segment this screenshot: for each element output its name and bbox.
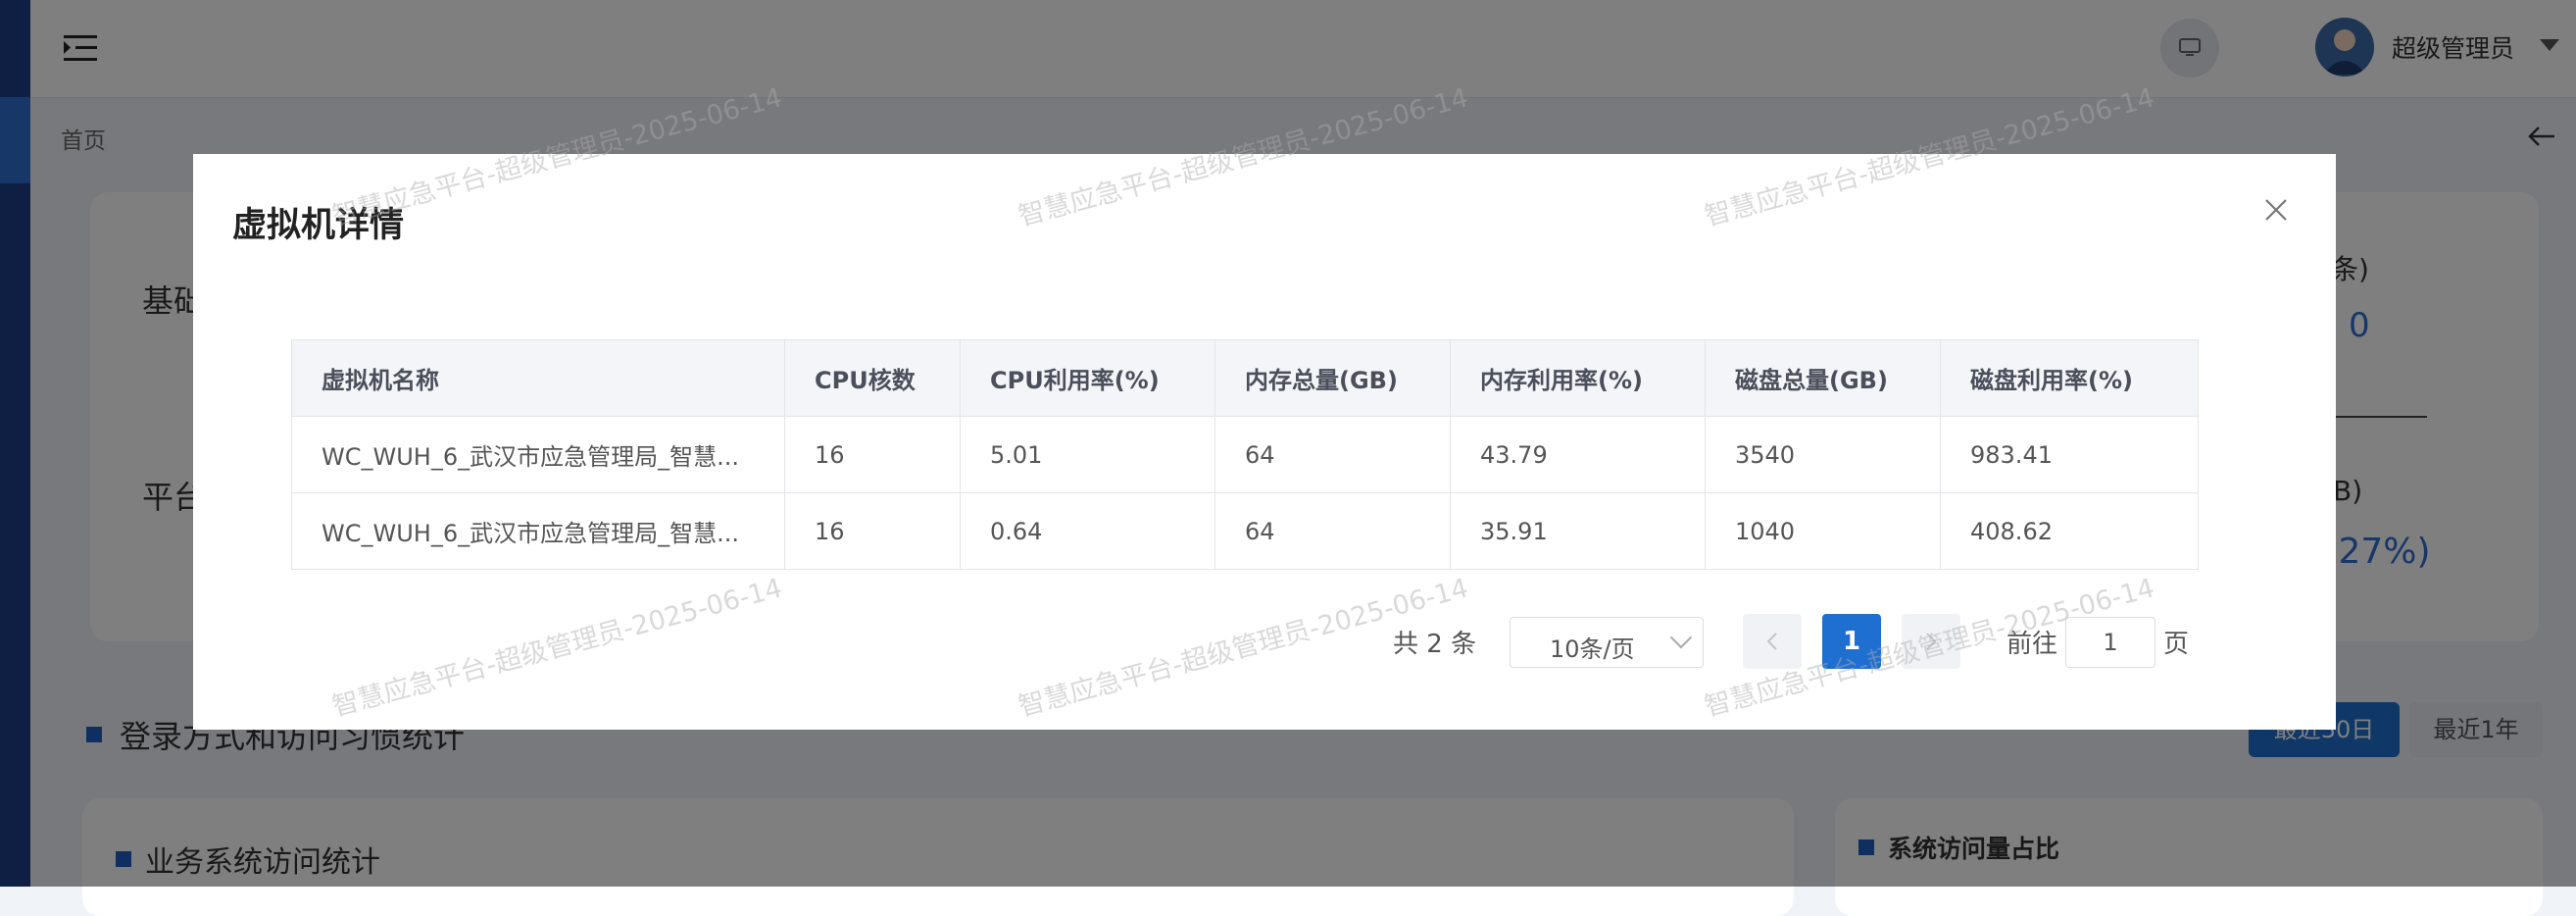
vm-name-cell: WC_WUH_6_武汉市应急管理局_智慧... xyxy=(291,492,785,570)
table-cell: 16 xyxy=(784,492,961,570)
table-cell: 16 xyxy=(784,416,961,493)
column-header: 磁盘利用率(%) xyxy=(1940,339,2199,417)
column-header: 内存利用率(%) xyxy=(1450,339,1706,417)
goto-page-input[interactable] xyxy=(2065,617,2155,668)
table-header-row: 虚拟机名称 CPU核数 CPU利用率(%) 内存总量(GB) 内存利用率(%) … xyxy=(291,339,2199,417)
page-size-select[interactable]: 10条/页 xyxy=(1510,617,1704,668)
table-cell: 1040 xyxy=(1705,492,1941,570)
table-cell: 983.41 xyxy=(1940,416,2199,493)
chevron-left-icon xyxy=(1766,633,1777,650)
page-number-button[interactable]: 1 xyxy=(1822,614,1881,669)
chevron-right-icon xyxy=(1926,633,1937,650)
column-header: CPU利用率(%) xyxy=(960,339,1215,417)
table-cell: 0.64 xyxy=(960,492,1215,570)
prev-page-button[interactable] xyxy=(1743,614,1802,669)
pager-total: 共 2 条 xyxy=(1393,630,1477,659)
close-icon[interactable] xyxy=(2261,195,2291,225)
table-row: WC_WUH_6_武汉市应急管理局_智慧... 16 0.64 64 35.91… xyxy=(291,492,2199,570)
column-header: 磁盘总量(GB) xyxy=(1705,339,1941,417)
chevron-down-icon xyxy=(1669,626,1693,649)
page-size-value: 10条/页 xyxy=(1550,636,1635,663)
dialog-title: 虚拟机详情 xyxy=(232,206,405,245)
vm-detail-dialog: 虚拟机详情 虚拟机名称 CPU核数 CPU利用率(%) 内存总量(GB) 内存利… xyxy=(193,154,2336,730)
vm-table: 虚拟机名称 CPU核数 CPU利用率(%) 内存总量(GB) 内存利用率(%) … xyxy=(291,339,2199,570)
vm-name-cell: WC_WUH_6_武汉市应急管理局_智慧... xyxy=(291,416,785,493)
column-header: 虚拟机名称 xyxy=(291,339,785,417)
table-cell: 3540 xyxy=(1705,416,1941,493)
column-header: 内存总量(GB) xyxy=(1214,339,1451,417)
next-page-button[interactable] xyxy=(1902,614,1960,669)
column-header: CPU核数 xyxy=(784,339,961,417)
table-cell: 5.01 xyxy=(960,416,1215,493)
table-cell: 64 xyxy=(1214,492,1451,570)
goto-label: 前往 xyxy=(2006,630,2058,659)
table-cell: 408.62 xyxy=(1940,492,2199,570)
table-cell: 64 xyxy=(1214,416,1451,493)
table-cell: 43.79 xyxy=(1450,416,1706,493)
table-row: WC_WUH_6_武汉市应急管理局_智慧... 16 5.01 64 43.79… xyxy=(291,416,2199,493)
page-suffix: 页 xyxy=(2163,630,2190,659)
table-cell: 35.91 xyxy=(1450,492,1706,570)
